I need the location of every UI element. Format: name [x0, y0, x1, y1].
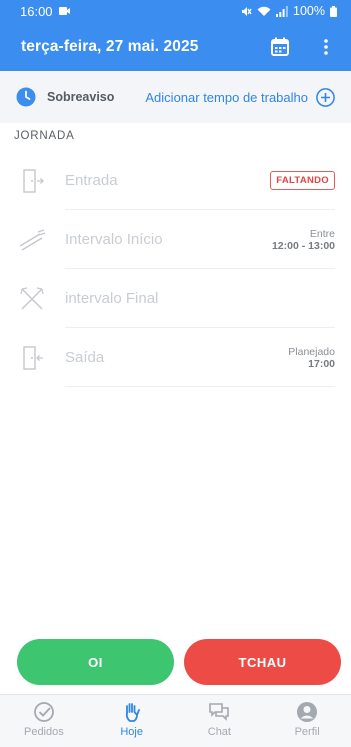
- journey-item-label: intervalo Final: [65, 290, 159, 307]
- battery-icon: [330, 5, 337, 17]
- standby-bar: Sobreaviso Adicionar tempo de trabalho: [0, 71, 351, 123]
- divider: [65, 386, 335, 387]
- status-badge: FALTANDO: [270, 171, 335, 190]
- cutlery-icon: [17, 225, 47, 255]
- bottom-nav: Pedidos Hoje Chat Perfil: [0, 694, 351, 747]
- battery-percentage: 100%: [293, 4, 325, 18]
- journey-item-label: Saída: [65, 349, 105, 366]
- hand-icon: [125, 703, 140, 722]
- planned-note: Planejado: [288, 345, 335, 358]
- planned-interval: Entre 12:00 - 13:00: [272, 228, 335, 252]
- calendar-button[interactable]: [269, 36, 291, 58]
- nav-label: Pedidos: [23, 726, 64, 738]
- journey-item-label: Intervalo Início: [65, 231, 163, 248]
- planned-value: 17:00: [308, 357, 335, 370]
- nav-item-chat[interactable]: Chat: [176, 695, 264, 747]
- person-icon: [297, 702, 318, 722]
- nav-item-hoje[interactable]: Hoje: [88, 695, 176, 747]
- calendar-icon: [271, 37, 289, 56]
- app-bar: terça-feira, 27 mai. 2025: [0, 22, 351, 71]
- journey-item-intervalo-final[interactable]: intervalo Final: [0, 269, 351, 328]
- journey-item-entrada[interactable]: Entrada FALTANDO: [0, 151, 351, 210]
- mute-icon: [242, 6, 252, 16]
- chat-icon: [209, 703, 230, 721]
- nav-item-perfil[interactable]: Perfil: [263, 695, 351, 747]
- add-work-time-link[interactable]: Adicionar tempo de trabalho: [145, 90, 308, 105]
- nav-label: Chat: [207, 726, 231, 738]
- check-circle-icon: [33, 702, 54, 722]
- journey-item-saida[interactable]: Saída Planejado 17:00: [0, 328, 351, 387]
- status-time: 16:00: [20, 3, 53, 19]
- journey-item-intervalo-inicio[interactable]: Intervalo Início Entre 12:00 - 13:00: [0, 210, 351, 269]
- door-exit-icon: [17, 343, 47, 373]
- door-enter-icon: [17, 166, 47, 196]
- standby-label[interactable]: Sobreaviso: [47, 90, 145, 104]
- more-vert-icon: [324, 38, 328, 55]
- planned-value: 12:00 - 13:00: [271, 239, 335, 252]
- hello-button[interactable]: OI: [17, 639, 174, 685]
- clock-icon: [16, 87, 36, 107]
- more-options-button[interactable]: [315, 36, 337, 58]
- video-icon: [58, 7, 70, 15]
- nav-label: Hoje: [120, 726, 143, 738]
- cutlery-cross-icon: [17, 284, 47, 314]
- nav-item-pedidos[interactable]: Pedidos: [0, 695, 88, 747]
- wifi-icon: [257, 6, 271, 16]
- planned-note: Entre: [309, 227, 335, 240]
- nav-label: Perfil: [294, 726, 320, 738]
- bye-button[interactable]: TCHAU: [184, 639, 341, 685]
- page-title: terça-feira, 27 mai. 2025: [21, 37, 199, 55]
- journey-item-label: Entrada: [65, 172, 118, 189]
- signal-icon: [276, 5, 288, 17]
- planned-time: Planejado 17:00: [288, 346, 335, 370]
- section-title: JORNADA: [14, 130, 75, 142]
- add-circle-icon[interactable]: [316, 87, 335, 107]
- status-bar: 16:00 100%: [0, 0, 351, 22]
